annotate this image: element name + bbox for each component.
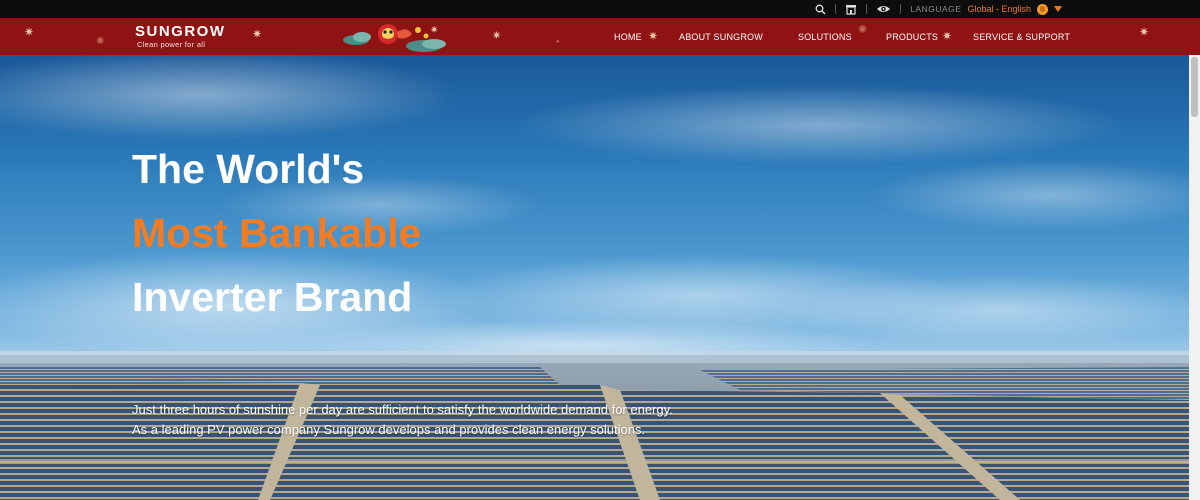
hero-line-1: The World's [132, 146, 365, 192]
hero-description: Just three hours of sunshine per day are… [132, 400, 673, 440]
hero-line-3: Inverter Brand [132, 274, 413, 320]
caret-down-icon[interactable] [1054, 6, 1062, 12]
hero-banner: The World's Most Bankable Inverter Brand… [0, 55, 1189, 500]
nav-home[interactable]: HOME [614, 32, 642, 42]
hero-description-line-1: Just three hours of sunshine per day are… [132, 402, 673, 417]
main-header: ✷ ✺ ✷ ✷ ● ✷ ✺ ✷ ✷ SUNGROW Clean power fo… [0, 18, 1200, 55]
scrollbar-thumb[interactable] [1191, 57, 1198, 117]
divider [866, 4, 868, 14]
globe-icon[interactable] [1037, 3, 1048, 15]
language-label: LANGUAGE [910, 4, 962, 14]
search-icon[interactable] [815, 4, 826, 15]
eye-icon[interactable] [876, 4, 891, 14]
nav-about-sungrow[interactable]: ABOUT SUNGROW [679, 32, 763, 42]
hero-description-line-2: As a leading PV power company Sungrow de… [132, 422, 646, 437]
language-selector[interactable]: Global - English [967, 4, 1031, 14]
nav-service-support[interactable]: SERVICE & SUPPORT [973, 32, 1070, 42]
nav-products[interactable]: PRODUCTS [886, 32, 938, 42]
divider [900, 4, 902, 14]
page-scrollbar[interactable] [1189, 55, 1200, 500]
store-icon[interactable] [845, 4, 857, 15]
nav-solutions[interactable]: SOLUTIONS [798, 32, 852, 42]
hero-headline: The World's Most Bankable Inverter Brand [132, 137, 421, 329]
divider [835, 4, 837, 14]
hero-line-2: Most Bankable [132, 210, 422, 256]
utility-bar: LANGUAGE Global - English [0, 0, 1200, 18]
main-nav: HOME ABOUT SUNGROW SOLUTIONS PRODUCTS SE… [0, 18, 1200, 55]
